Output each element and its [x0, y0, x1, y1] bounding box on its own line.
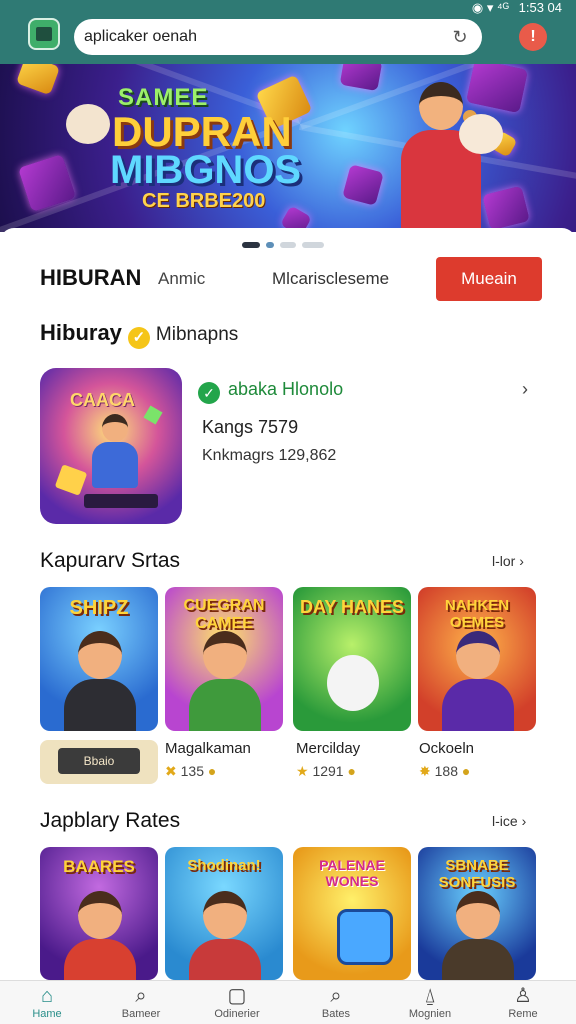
tile-name: Magalkaman: [165, 740, 251, 757]
status-time: 1:53 04: [518, 0, 562, 15]
tab-anmic[interactable]: Anmic: [158, 269, 205, 289]
nav-label: Bates: [321, 1008, 351, 1020]
coin-icon: ●: [207, 763, 217, 779]
star-icon: ✖: [165, 763, 177, 779]
game-tile[interactable]: PALENAE WONES: [293, 847, 411, 980]
nav-profile[interactable]: ♙ Reme: [478, 985, 568, 1024]
game-tile[interactable]: CUEGRAN CAMEE: [165, 587, 283, 731]
section-tag: Mibnapns: [155, 324, 239, 345]
tile-rating: ✖ 135 ●: [165, 762, 216, 780]
tile-art-title: DAY HANES: [299, 597, 405, 617]
banner-subtitle: CE BRBE200: [142, 190, 266, 212]
tab-hiburan[interactable]: HIBURAN: [40, 266, 141, 290]
bell-icon: ⍙: [424, 985, 436, 1007]
search-input[interactable]: [84, 25, 444, 49]
see-more-label: l-lor: [492, 553, 516, 569]
top-app-bar: ◉ ▾ ⁴ᴳ 1:53 04 ↻ !: [0, 0, 576, 64]
see-more-label: l-ice: [492, 813, 518, 829]
search-icon: ⌕: [330, 985, 342, 1007]
tile-art-title: SHIPZ: [69, 597, 129, 619]
section-header-popular: Kapurarv Srtas: [40, 549, 181, 572]
nav-label: Hame: [32, 1008, 62, 1020]
dice-icon: [339, 64, 383, 92]
star-icon: ✸: [419, 763, 431, 779]
home-icon: ⌂: [40, 985, 54, 1007]
carousel-dot[interactable]: [302, 241, 324, 248]
person-icon: ♙: [514, 985, 532, 1007]
tile-art-title: NAHKEN OEMES: [444, 597, 510, 631]
tile-rating: ✸ 188 ●: [419, 762, 470, 780]
app-icon: ▢: [227, 985, 247, 1007]
carousel-indicator[interactable]: [242, 236, 330, 248]
tile-name: Ockoeln: [419, 740, 475, 757]
tile-rating: ★ 1291 ●: [296, 762, 356, 780]
chevron-right-icon: ›: [519, 553, 524, 569]
promo-banner[interactable]: SAMEE DUPRAN MIBGNOS CE BRBE200: [0, 64, 576, 232]
nav-label: Reme: [508, 1008, 538, 1020]
promo-chip[interactable]: Bbaio: [40, 740, 158, 784]
see-more-link[interactable]: l-ice ›: [492, 812, 526, 830]
app-logo-icon[interactable]: [28, 18, 60, 50]
carousel-dot[interactable]: [266, 241, 274, 248]
coin-icon: ●: [347, 763, 356, 779]
nav-search[interactable]: ⌕ Bates: [291, 985, 381, 1024]
coin-icon: ●: [461, 763, 471, 779]
rating-value: 188: [434, 763, 458, 779]
nav-label: Bameer: [121, 1008, 161, 1020]
search-bar[interactable]: ↻: [74, 19, 482, 55]
check-badge-icon: ✓: [127, 327, 150, 349]
game-tile[interactable]: NAHKEN OEMES: [418, 587, 536, 731]
section-header-top-rated: Japblary Rates: [40, 809, 181, 832]
tile-name: Mercilday: [296, 740, 361, 757]
nav-label: Mognien: [408, 1008, 452, 1020]
status-icons: ◉ ▾ ⁴ᴳ: [471, 0, 509, 15]
chevron-right-icon: ›: [521, 813, 527, 829]
bottom-navigation: ⌂ Hame ⌕ Bameer ▢ Odinerier ⌕ Bates ⍙ Mo…: [0, 980, 576, 1024]
section-title: Hiburay: [40, 320, 122, 345]
chevron-right-icon[interactable]: ›: [522, 378, 528, 400]
search-icon: ⌕: [135, 985, 147, 1007]
nav-notifications[interactable]: ⍙ Mognien: [385, 985, 475, 1024]
featured-name: abaka Hlonolo: [228, 379, 344, 399]
star-icon: ★: [296, 763, 309, 779]
game-tile[interactable]: Shodinan!: [165, 847, 283, 980]
featured-art-text: CAACA: [70, 390, 135, 410]
tile-art-title: PALENAE WONES: [319, 857, 385, 889]
featured-game-image[interactable]: CAACA: [40, 368, 182, 524]
game-tile[interactable]: BAARES: [40, 847, 158, 980]
nav-apps[interactable]: ▢ Odinerier: [192, 985, 282, 1024]
alert-icon[interactable]: !: [519, 23, 547, 51]
category-tab-row: HIBURAN Anmic Mlcariscleseme Mueain: [40, 257, 542, 306]
featured-downloads: Knkmagrs 129,862: [202, 447, 337, 464]
rating-value: 135: [180, 763, 204, 779]
status-bar: ◉ ▾ ⁴ᴳ 1:53 04: [466, 0, 562, 16]
nav-home[interactable]: ⌂ Hame: [2, 985, 92, 1024]
carousel-dot[interactable]: [242, 241, 260, 248]
nav-games[interactable]: ⌕ Bameer: [96, 985, 186, 1024]
nav-label: Odinerier: [214, 1008, 260, 1020]
game-tile[interactable]: SBNABE SONFUSIS: [418, 847, 536, 980]
game-tile[interactable]: DAY HANES: [293, 587, 411, 731]
tile-art-title: BAARES: [63, 857, 135, 876]
carousel-dot[interactable]: [280, 241, 296, 248]
featured-game-title[interactable]: ✓ abaka Hlonolo: [198, 378, 343, 404]
install-button[interactable]: Mueain: [436, 257, 542, 301]
promo-label: Bbaio: [58, 748, 140, 774]
refresh-icon[interactable]: ↻: [450, 27, 470, 47]
see-more-link[interactable]: l-lor ›: [492, 552, 524, 570]
banner-title-line3: MIBGNOS: [110, 148, 302, 192]
dice-icon: [342, 164, 384, 206]
mascot-icon: [66, 104, 110, 144]
dice-icon: [15, 64, 61, 96]
rating-value: 1291: [312, 763, 344, 779]
tile-art-title: Shodinan!: [187, 857, 261, 874]
featured-rank: Kangs 7579: [202, 417, 299, 437]
game-tile[interactable]: SHIPZ: [40, 587, 158, 731]
section-header-featured: Hiburay ✓ Mibnapns: [40, 320, 238, 349]
banner-character: [395, 74, 503, 232]
verified-icon: ✓: [198, 382, 220, 404]
tile-art-title: CUEGRAN CAMEE: [183, 597, 265, 632]
tile-art-title: SBNABE SONFUSIS: [438, 857, 516, 891]
tab-mlcariscleseme[interactable]: Mlcariscleseme: [272, 269, 389, 289]
